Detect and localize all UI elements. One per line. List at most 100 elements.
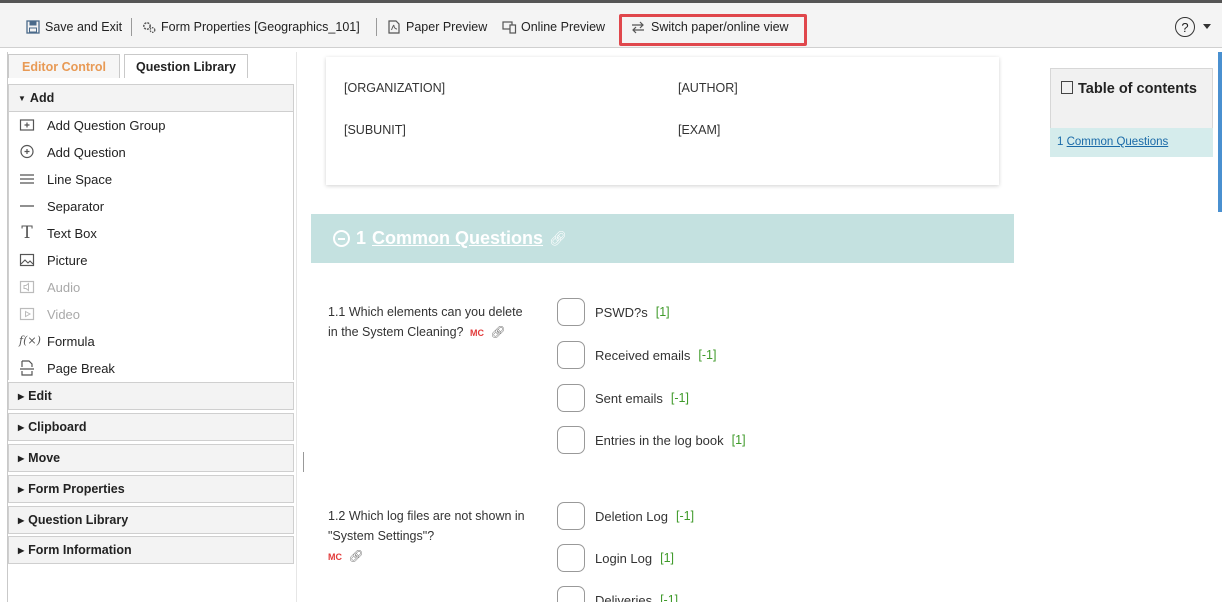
add-list: Add Question Group Add Question Line Spa… — [8, 112, 294, 380]
caret-right-icon: ▶ — [18, 515, 25, 525]
toolbar-divider — [376, 18, 377, 36]
exam-placeholder: [EXAM] — [678, 123, 721, 137]
caret-right-icon: ▶ — [18, 422, 25, 432]
add-question-icon — [19, 144, 35, 160]
add-question-item[interactable]: Add Question — [19, 141, 126, 163]
answer-checkbox[interactable] — [557, 384, 585, 412]
answer-checkbox[interactable] — [557, 426, 585, 454]
group-number: 1 — [356, 228, 367, 248]
answer-checkbox[interactable] — [557, 502, 585, 530]
question-1-2[interactable]: 1.2 Which log files are not shown in "Sy… — [328, 506, 528, 567]
caret-right-icon: ▶ — [18, 545, 25, 555]
audio-icon — [19, 279, 35, 295]
answer-score: [1] — [731, 433, 746, 447]
answer-option[interactable]: Login Log [1] — [557, 544, 674, 572]
answer-score: [-1] — [676, 509, 695, 523]
answer-score: [-1] — [670, 391, 689, 405]
audio-item[interactable]: Audio — [19, 276, 80, 298]
toc-title-text: Table of contents — [1078, 81, 1197, 97]
toc-item-link[interactable]: Common Questions — [1067, 136, 1169, 148]
link-icon[interactable]: 🔗︎ — [348, 549, 363, 563]
chevron-down-icon[interactable] — [1203, 24, 1211, 29]
scrollbar[interactable] — [1218, 52, 1222, 212]
answer-checkbox[interactable] — [557, 298, 585, 326]
caret-down-icon: ▼ — [18, 93, 26, 103]
subunit-placeholder: [SUBUNIT] — [344, 123, 406, 137]
separator-item[interactable]: Separator — [19, 195, 104, 217]
section-add[interactable]: ▼ Add — [8, 84, 294, 112]
link-icon[interactable]: 🔗︎ — [490, 325, 505, 339]
toc-title: Table of contents — [1061, 78, 1201, 100]
devices-icon — [502, 20, 517, 34]
section-form-properties-label: Form Properties — [28, 482, 125, 496]
toolbar: Save and Exit Form Properties [Geographi… — [0, 0, 1222, 48]
formula-label: Formula — [47, 333, 95, 349]
page-break-icon — [19, 360, 35, 376]
collapse-icon[interactable] — [333, 230, 350, 247]
author-placeholder: [AUTHOR] — [678, 81, 738, 95]
group-title-link[interactable]: Common Questions — [372, 228, 543, 249]
text-box-label: Text Box — [47, 225, 97, 241]
tab-editor-control[interactable]: Editor Control — [8, 54, 120, 78]
answer-option[interactable]: Deliveries [-1] — [557, 586, 678, 602]
answer-label: Sent emails — [595, 390, 663, 406]
page-break-item[interactable]: Page Break — [19, 357, 115, 379]
video-item[interactable]: Video — [19, 303, 80, 325]
paper-preview-button[interactable]: Paper Preview — [387, 16, 487, 38]
help-icon[interactable]: ? — [1175, 17, 1195, 37]
section-question-library-label: Question Library — [28, 513, 129, 527]
add-group-icon — [19, 117, 35, 133]
text-box-item[interactable]: T Text Box — [19, 222, 97, 244]
section-add-label: Add — [29, 91, 55, 105]
section-move-label: Move — [28, 451, 61, 465]
mc-badge: MC — [328, 552, 342, 562]
online-preview-label: Online Preview — [521, 20, 606, 34]
form-header-card[interactable]: [ORGANIZATION] [AUTHOR] [SUBUNIT] [EXAM] — [326, 57, 999, 185]
toolbar-divider — [131, 18, 132, 36]
picture-label: Picture — [47, 252, 88, 268]
switch-view-highlight — [619, 14, 807, 46]
gears-icon — [142, 20, 156, 34]
section-move[interactable]: ▶ Move — [8, 444, 294, 472]
toc-item-common-questions[interactable]: 1 Common Questions — [1057, 136, 1207, 148]
video-label: Video — [47, 306, 81, 322]
save-and-exit-label: Save and Exit — [45, 20, 123, 34]
picture-item[interactable]: Picture — [19, 249, 87, 271]
save-and-exit-button[interactable]: Save and Exit — [26, 16, 122, 38]
question-1-1[interactable]: 1.1 Which elements can you delete in the… — [328, 302, 528, 343]
online-preview-button[interactable]: Online Preview — [502, 16, 605, 38]
answer-option[interactable]: PSWD?s [1] — [557, 298, 670, 326]
answer-option[interactable]: Received emails [-1] — [557, 341, 716, 369]
answer-label: PSWD?s — [595, 304, 648, 320]
document-icon — [1061, 81, 1073, 94]
answer-checkbox[interactable] — [557, 544, 585, 572]
add-question-group-item[interactable]: Add Question Group — [19, 114, 166, 136]
pdf-icon — [387, 20, 401, 34]
answer-option[interactable]: Entries in the log book [1] — [557, 426, 746, 454]
question-text: 1.2 Which log files are not shown in "Sy… — [328, 509, 525, 543]
answer-option[interactable]: Sent emails [-1] — [557, 384, 689, 412]
line-space-item[interactable]: Line Space — [19, 168, 112, 190]
panel-splitter-handle[interactable] — [303, 452, 304, 472]
section-edit[interactable]: ▶ Edit — [8, 382, 294, 410]
answer-checkbox[interactable] — [557, 341, 585, 369]
form-properties-button[interactable]: Form Properties [Geographics_101] — [142, 16, 360, 38]
answer-label: Deletion Log — [595, 508, 668, 524]
formula-item[interactable]: f(×) Formula — [19, 330, 95, 352]
section-form-information[interactable]: ▶ Form Information — [8, 536, 294, 564]
formula-icon: f(×) — [19, 334, 41, 347]
section-clipboard-label: Clipboard — [28, 420, 87, 434]
question-group-banner[interactable]: 1 Common Questions 🔗︎ — [311, 214, 1014, 263]
link-icon[interactable]: 🔗︎ — [549, 230, 567, 247]
tab-question-library[interactable]: Question Library — [124, 54, 248, 78]
answer-option[interactable]: Deletion Log [-1] — [557, 502, 694, 530]
panel-divider — [296, 52, 297, 602]
section-clipboard[interactable]: ▶ Clipboard — [8, 413, 294, 441]
caret-right-icon: ▶ — [18, 391, 25, 401]
section-form-properties[interactable]: ▶ Form Properties — [8, 475, 294, 503]
add-question-label: Add Question — [47, 144, 126, 160]
answer-label: Deliveries — [595, 592, 653, 602]
section-question-library[interactable]: ▶ Question Library — [8, 506, 294, 534]
section-form-information-label: Form Information — [28, 543, 132, 557]
answer-checkbox[interactable] — [557, 586, 585, 602]
